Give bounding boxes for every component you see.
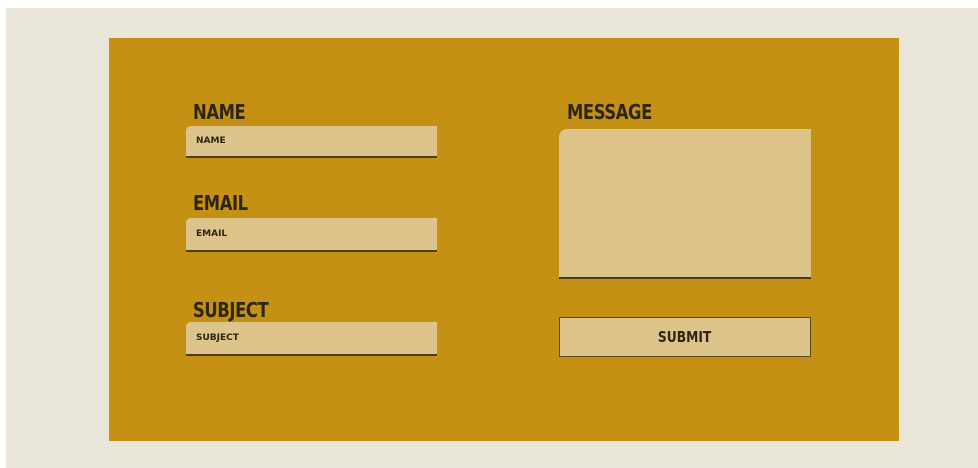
- subject-label: SUBJECT: [193, 298, 269, 322]
- subject-field[interactable]: [186, 322, 437, 356]
- name-label: NAME: [193, 100, 246, 124]
- name-field[interactable]: [186, 126, 437, 158]
- submit-button[interactable]: SUBMIT: [559, 317, 811, 357]
- email-field[interactable]: [186, 218, 437, 252]
- message-textarea[interactable]: [559, 129, 811, 279]
- message-label: MESSAGE: [567, 100, 652, 124]
- email-label: EMAIL: [193, 191, 248, 215]
- contact-form: NAME EMAIL SUBJECT MESSAGE SUBMIT: [109, 38, 899, 441]
- submit-button-label: SUBMIT: [658, 328, 712, 346]
